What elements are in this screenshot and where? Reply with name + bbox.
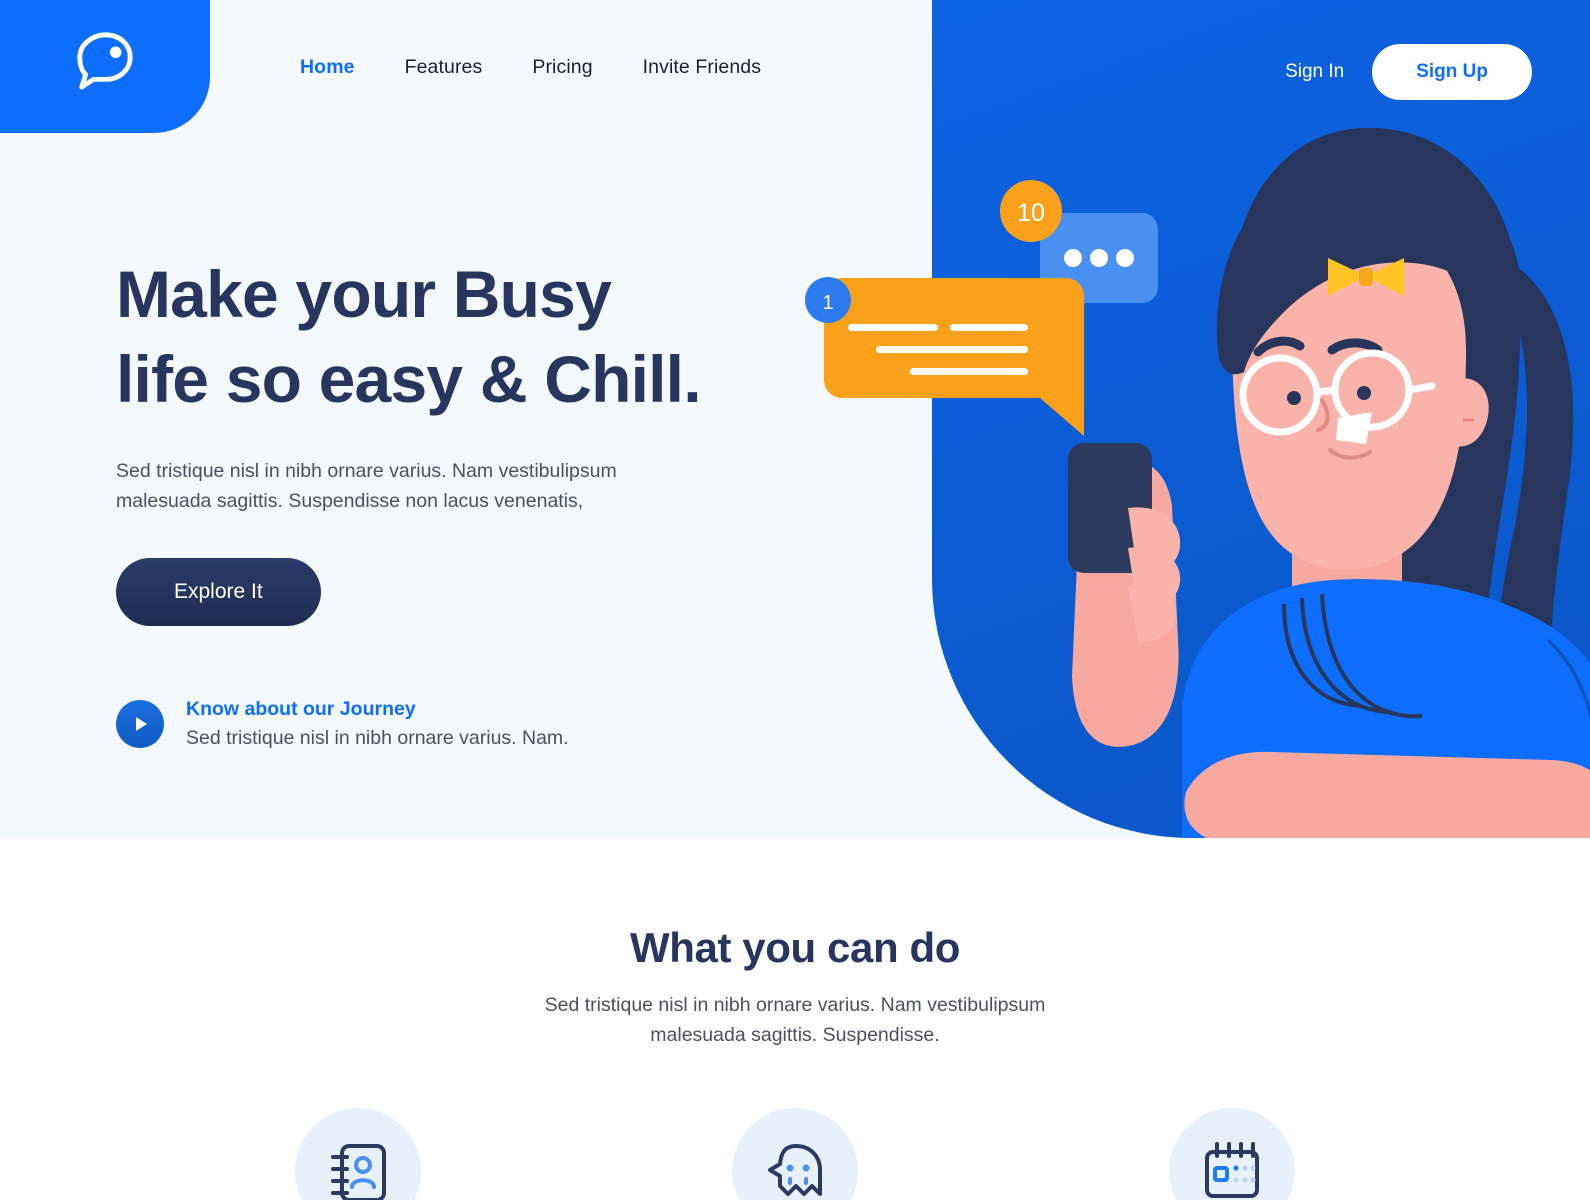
journey-link[interactable]: Know about our Journey: [186, 698, 569, 721]
feature-item-contacts[interactable]: [278, 1108, 438, 1200]
page-title: Make your Busy life so easy & Chill.: [116, 252, 816, 422]
unread-badge-orange-value: 10: [1017, 199, 1045, 227]
section-subtitle-line-2: malesuada sagittis. Suspendisse.: [650, 1024, 940, 1046]
chat-bubble-logo-icon: [77, 31, 133, 90]
logo[interactable]: [0, 0, 210, 133]
explore-it-button[interactable]: Explore It: [116, 558, 321, 626]
nav-item-invite-friends[interactable]: Invite Friends: [643, 56, 761, 79]
hero-content: Make your Busy life so easy & Chill. Sed…: [116, 252, 816, 750]
feature-icon-circle: [731, 1108, 858, 1200]
auth-actions: Sign In Sign Up: [1285, 44, 1532, 100]
feature-icon-circle: [1168, 1108, 1295, 1200]
feature-icon-row: [0, 1108, 1590, 1200]
sign-in-link[interactable]: Sign In: [1285, 61, 1344, 83]
nav-item-home[interactable]: Home: [300, 56, 355, 79]
play-icon: [136, 717, 147, 731]
calendar-icon: [1204, 1142, 1259, 1198]
nav-item-pricing[interactable]: Pricing: [532, 56, 592, 79]
nav-item-features[interactable]: Features: [405, 56, 483, 79]
play-button[interactable]: [116, 700, 164, 748]
hero-title-line-2: life so easy & Chill.: [116, 342, 702, 416]
landing-page: 10 1 Home Features Pricing Invite Friend…: [0, 0, 1590, 1200]
ghost-chat-icon: [767, 1144, 822, 1196]
main-navigation: Home Features Pricing Invite Friends: [300, 56, 761, 79]
feature-icon-circle: [295, 1108, 422, 1200]
unread-badge-blue-value: 1: [822, 292, 833, 314]
contacts-book-icon: [331, 1144, 387, 1200]
journey-description: Sed tristique nisl in nibh ornare varius…: [186, 727, 569, 749]
section-title: What you can do: [629, 924, 960, 971]
feature-item-chat[interactable]: [715, 1108, 875, 1200]
journey-block: Know about our Journey Sed tristique nis…: [116, 698, 816, 750]
section-subtitle: Sed tristique nisl in nibh ornare varius…: [0, 990, 1590, 1050]
feature-item-calendar[interactable]: [1152, 1108, 1312, 1200]
section-subtitle-line-1: Sed tristique nisl in nibh ornare varius…: [544, 994, 1046, 1016]
unread-badge-orange: 10: [1000, 180, 1062, 247]
hero-title-line-1: Make your Busy: [116, 257, 612, 331]
hero-subtitle: Sed tristique nisl in nibh ornare varius…: [116, 460, 617, 512]
sign-up-button[interactable]: Sign Up: [1372, 44, 1532, 100]
